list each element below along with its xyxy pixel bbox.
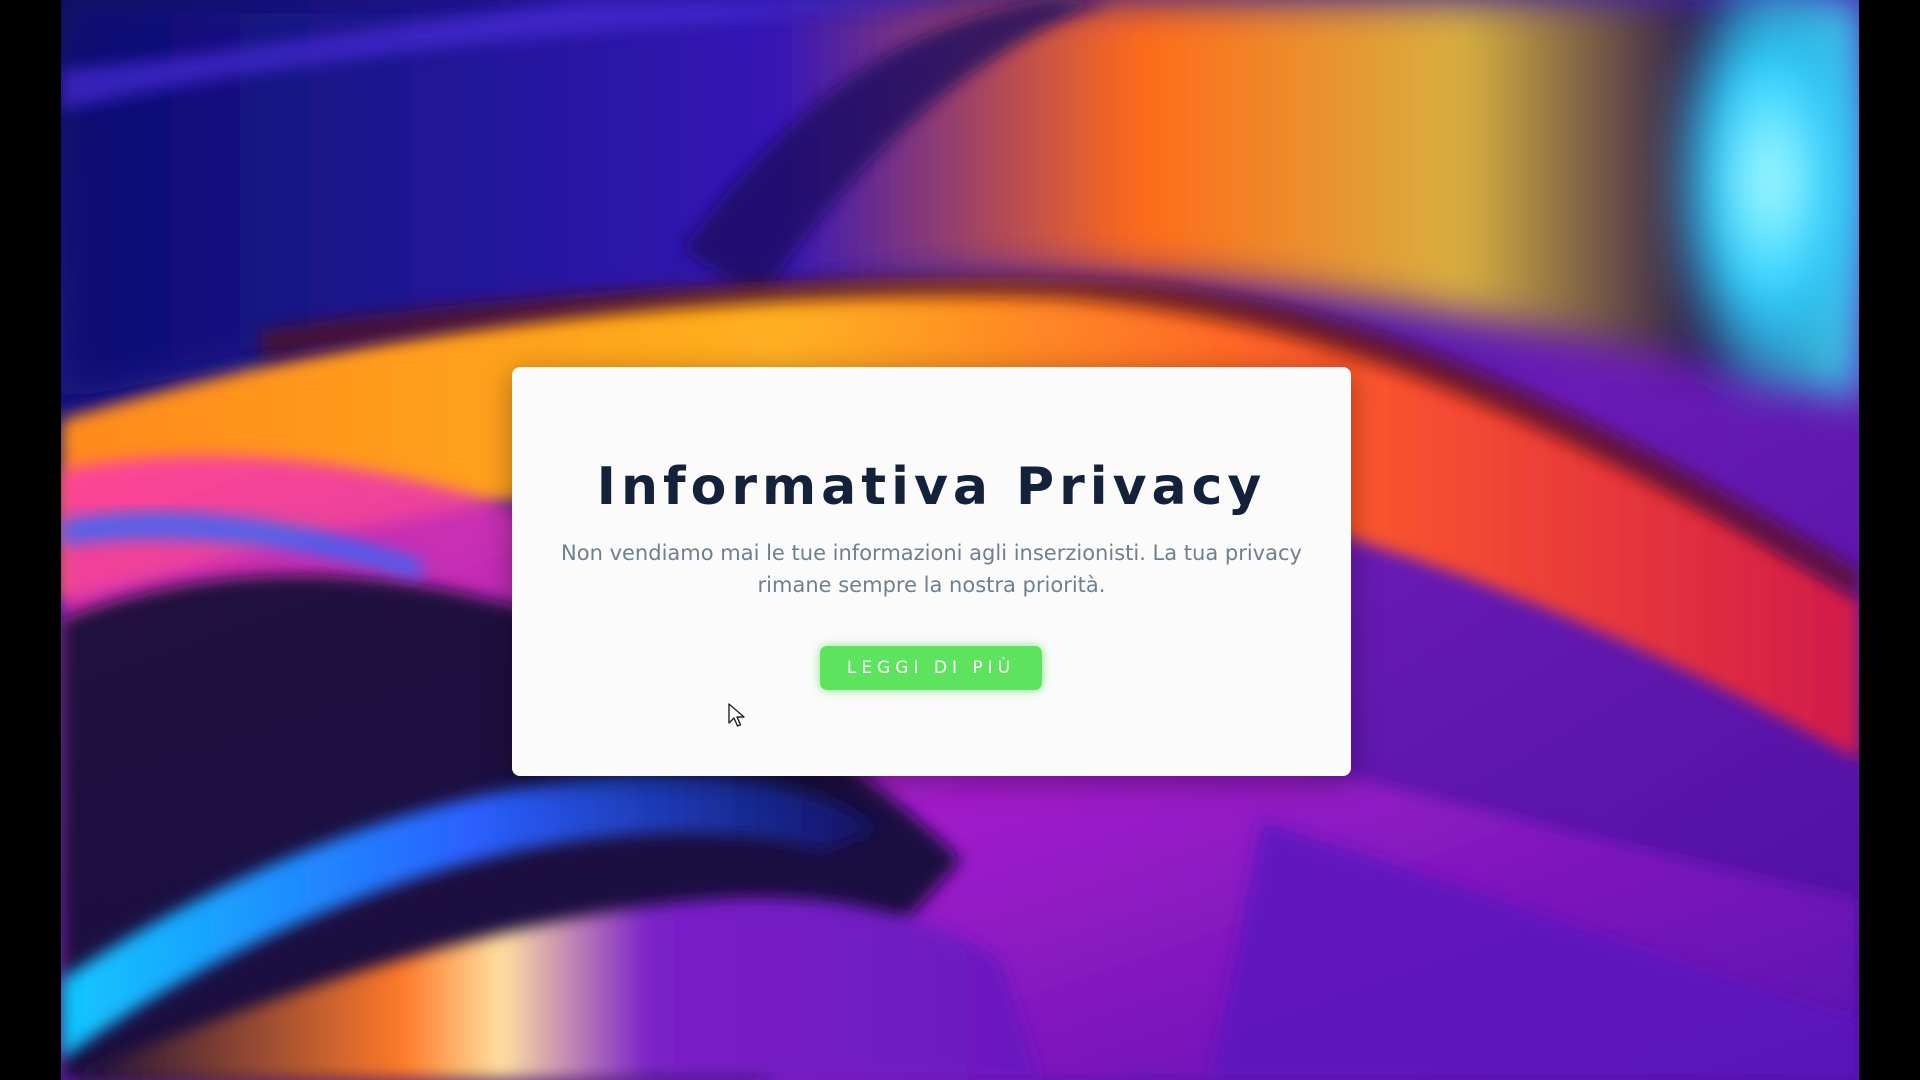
read-more-button[interactable]: LEGGI DI PIÙ bbox=[820, 646, 1042, 690]
dialog-message: Non vendiamo mai le tue informazioni agl… bbox=[561, 541, 1302, 597]
mouse-pointer-icon bbox=[728, 703, 748, 729]
dialog-title: Informativa Privacy bbox=[596, 457, 1267, 517]
privacy-dialog: Informativa Privacy Non vendiamo mai le … bbox=[512, 367, 1351, 776]
screen: Informativa Privacy Non vendiamo mai le … bbox=[0, 0, 1920, 1080]
